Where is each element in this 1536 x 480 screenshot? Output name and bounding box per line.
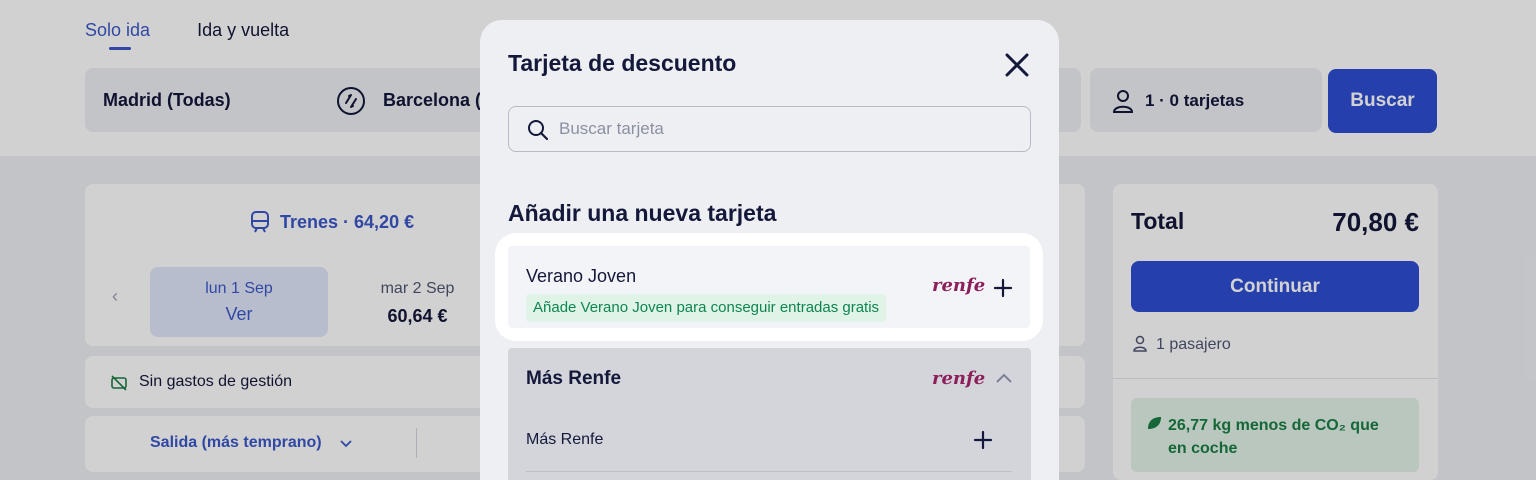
divider xyxy=(526,471,1012,472)
highlighted-card-option: Verano Joven Añade Verano Joven para con… xyxy=(496,234,1042,340)
modal-title: Tarjeta de descuento xyxy=(508,50,737,76)
discount-card-modal: Tarjeta de descuento Añadir una nueva ta… xyxy=(480,20,1059,480)
search-input[interactable] xyxy=(559,107,1019,151)
plus-icon[interactable] xyxy=(993,278,1013,298)
close-button[interactable] xyxy=(1000,48,1034,82)
plus-icon[interactable] xyxy=(973,430,993,450)
chevron-up-icon[interactable] xyxy=(995,372,1013,384)
card-group-mas-renfe: Más Renfe renfe Más Renfe xyxy=(508,348,1031,480)
group-title[interactable]: Más Renfe xyxy=(526,368,621,390)
close-icon xyxy=(1005,53,1029,77)
promo-badge: Añade Verano Joven para conseguir entrad… xyxy=(526,294,887,322)
card-name: Verano Joven xyxy=(526,266,637,286)
renfe-logo: renfe xyxy=(932,368,986,389)
renfe-logo: renfe xyxy=(932,275,986,296)
section-title: Añadir una nueva tarjeta xyxy=(508,200,777,226)
search-field xyxy=(508,106,1031,152)
card-option-verano-joven[interactable]: Verano Joven Añade Verano Joven para con… xyxy=(508,246,1030,328)
search-icon xyxy=(528,120,549,141)
card-option-mas-renfe[interactable]: Más Renfe xyxy=(526,431,603,449)
